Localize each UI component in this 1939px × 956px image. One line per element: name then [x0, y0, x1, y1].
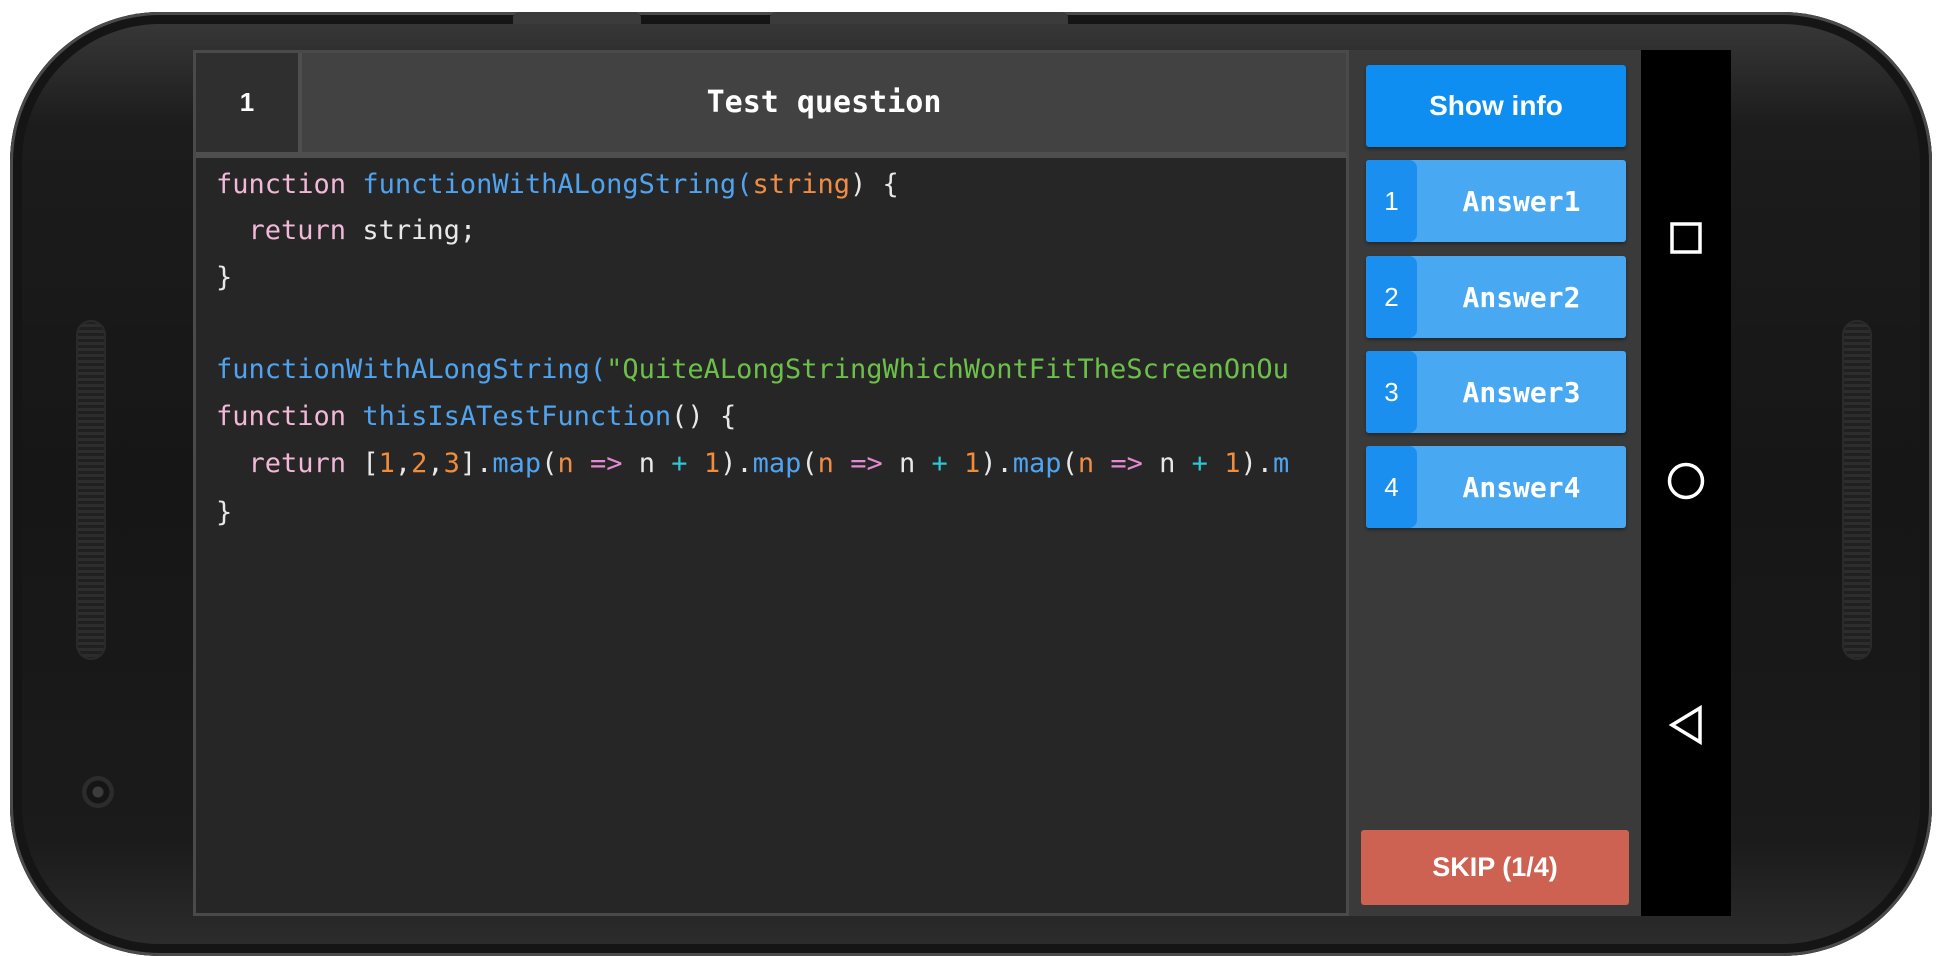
code-token: map	[492, 448, 542, 479]
code-token: (	[801, 448, 818, 479]
phone-side-button	[513, 12, 641, 24]
back-triangle-icon[interactable]	[1661, 700, 1711, 750]
answer-number: 2	[1366, 256, 1417, 338]
recents-square-icon[interactable]	[1661, 213, 1711, 263]
code-token: map	[1012, 448, 1062, 479]
answer-button-4[interactable]: 4 Answer4	[1366, 446, 1626, 528]
code-token: n	[1077, 448, 1095, 479]
code-token: [	[346, 448, 379, 479]
code-token: map	[752, 448, 802, 479]
code-token: function	[216, 169, 347, 200]
answer-number: 1	[1366, 160, 1417, 242]
code-token: +	[1191, 448, 1208, 479]
code-token: +	[931, 448, 948, 479]
code-line: function functionWithALongString(string)…	[216, 165, 899, 205]
code-token: n	[557, 448, 574, 479]
code-token: m	[1272, 448, 1290, 479]
code-line: return string;	[216, 211, 477, 251]
code-token: ).	[720, 448, 753, 479]
code-line: function thisIsATestFunction() {	[216, 397, 736, 437]
code-token: =>	[850, 448, 883, 479]
answer-number: 3	[1366, 351, 1417, 433]
code-token: function	[216, 401, 347, 432]
code-token: n	[1142, 448, 1192, 479]
answer-label: Answer3	[1462, 375, 1581, 409]
code-token: =>	[1110, 448, 1143, 479]
code-token: n	[882, 448, 932, 479]
front-speaker-left	[76, 320, 106, 660]
answer-button-2[interactable]: 2 Answer2	[1366, 256, 1626, 338]
code-token: n	[817, 448, 834, 479]
code-token: ).	[1240, 448, 1273, 479]
code-token: ,	[394, 448, 412, 479]
answer-label: Answer4	[1462, 470, 1581, 504]
code-token: functionWithALongString(	[216, 354, 607, 385]
code-token: "QuiteALongStringWhichWontFitTheScreenOn…	[606, 354, 1289, 385]
quiz-app: 1 Test question function functionWithALo…	[193, 50, 1641, 916]
phone-volume-button	[770, 12, 1068, 24]
skip-button[interactable]: SKIP (1/4)	[1361, 830, 1629, 905]
code-token: ).	[980, 448, 1013, 479]
code-token: 1	[703, 448, 721, 479]
answer-button-3[interactable]: 3 Answer3	[1366, 351, 1626, 433]
front-camera	[82, 776, 114, 808]
code-token: ,	[427, 448, 444, 479]
code-token: 2	[411, 448, 428, 479]
code-token: () {	[671, 401, 737, 432]
code-token: ].	[459, 448, 493, 479]
question-number: 1	[196, 53, 302, 152]
code-token: +	[671, 448, 688, 479]
code-block[interactable]: function functionWithALongString(string)…	[216, 165, 1346, 913]
question-header: 1 Test question	[196, 53, 1346, 158]
question-panel: 1 Test question function functionWithALo…	[193, 50, 1349, 916]
front-speaker-right	[1842, 320, 1872, 660]
code-token: 1	[378, 448, 395, 479]
question-title: Test question	[706, 85, 942, 120]
code-token: ) {	[850, 169, 899, 200]
code-token: 3	[443, 448, 460, 479]
device-screen: 1 Test question function functionWithALo…	[193, 50, 1731, 916]
code-token: string;	[346, 215, 477, 246]
answer-button-1[interactable]: 1 Answer1	[1366, 160, 1626, 242]
answer-number: 4	[1366, 446, 1417, 528]
code-token: string	[752, 169, 850, 200]
android-nav-bar	[1641, 50, 1731, 916]
code-line: }	[216, 493, 232, 533]
code-token: n	[622, 448, 672, 479]
code-line: return [1,2,3].map(n => n + 1).map(n => …	[216, 444, 1290, 484]
code-token: (	[1061, 448, 1078, 479]
code-token: }	[216, 497, 233, 528]
code-token: =>	[590, 448, 623, 479]
show-info-button[interactable]: Show info	[1366, 65, 1626, 147]
answer-sidebar: Show info 1 Answer1 2 Answer2 3 Answer3 …	[1349, 50, 1641, 916]
home-circle-icon[interactable]	[1661, 456, 1711, 506]
code-line: }	[216, 258, 232, 298]
code-token: 1	[1224, 448, 1241, 479]
code-token: functionWithALongString	[362, 169, 737, 200]
code-token: (	[736, 169, 753, 200]
code-token: 1	[964, 448, 981, 479]
code-line: functionWithALongString("QuiteALongStrin…	[216, 350, 1289, 390]
code-token: }	[216, 262, 233, 293]
answer-label: Answer2	[1462, 280, 1581, 314]
code-token: (	[541, 448, 558, 479]
code-token: return	[248, 215, 347, 246]
answer-label: Answer1	[1462, 184, 1581, 218]
code-token: thisIsATestFunction	[362, 401, 672, 432]
code-token: return	[248, 448, 347, 479]
